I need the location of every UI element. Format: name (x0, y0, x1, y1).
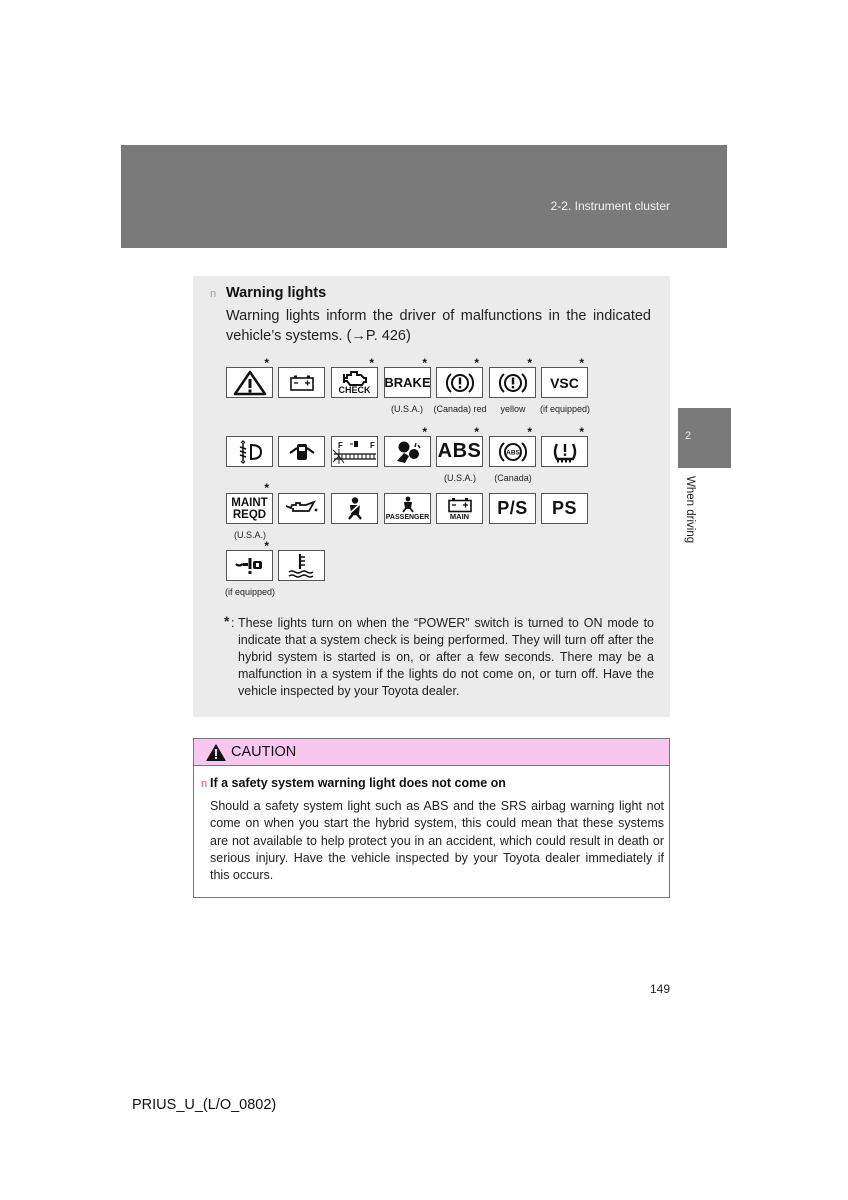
low-fuel-icon: FF (331, 436, 378, 467)
caution-title-bar: CAUTION (194, 739, 669, 766)
section-heading: Warning lights (226, 285, 327, 301)
oil-pressure-icon (278, 493, 325, 524)
asterisk-mark: * (579, 356, 584, 370)
abs-circle-icon: * ABS (489, 425, 536, 467)
tire-pressure-icon: * (541, 425, 588, 467)
maint-reqd-label: MAINT REQD (231, 496, 268, 521)
caution-heading: If a safety system warning light does no… (210, 776, 506, 790)
vsc-icon: * VSC (541, 356, 588, 398)
icon-caption: (U.S.A.) (443, 473, 476, 483)
icon-caption: (if equipped) (224, 587, 276, 597)
caution-body: Should a safety system light such as ABS… (210, 799, 664, 883)
maint-reqd-icon: * MAINT REQD (226, 482, 273, 524)
icon-caption: (if equipped) (539, 404, 591, 414)
footnote-colon: : (231, 616, 235, 630)
document-code: PRIUS_U_(L/O_0802) (132, 1097, 277, 1113)
asterisk-mark: * (527, 425, 532, 439)
brake-circle-yellow-icon: * (489, 356, 536, 398)
caution-box: CAUTION n If a safety system warning lig… (193, 738, 670, 898)
warning-triangle-icon (206, 744, 226, 761)
chapter-label: When driving (684, 476, 696, 544)
cruise-control-icon: * (226, 539, 273, 581)
bullet-marker: n (210, 288, 217, 300)
asterisk-mark: * (579, 425, 584, 439)
icon-caption: yellow (500, 404, 526, 414)
asterisk-mark: * (422, 425, 427, 439)
abs-label: ABS (437, 440, 482, 462)
asterisk-mark: * (474, 425, 479, 439)
page-number: 149 (650, 982, 671, 996)
open-door-icon (278, 436, 325, 467)
asterisk-mark: * (369, 356, 374, 370)
svg-text:F: F (338, 441, 343, 450)
master-warning-icon: * (226, 356, 273, 398)
footnote-mark: * (224, 613, 230, 629)
asterisk-mark: * (527, 356, 532, 370)
ps-slash-label: P/S (497, 498, 528, 518)
chapter-number: 2 (685, 430, 692, 442)
icon-caption: (U.S.A.) (390, 404, 423, 414)
footnote-text: These lights turn on when the “POWER” sw… (238, 616, 654, 698)
asterisk-mark: * (264, 481, 269, 495)
ps-slash-icon: P/S (489, 493, 536, 524)
brake-label: BRAKE (384, 375, 431, 390)
brake-text-icon: * BRAKE (384, 356, 431, 398)
abs-text-icon: * ABS (436, 425, 483, 467)
icon-caption: (Canada) (494, 473, 532, 483)
icon-caption: (U.S.A.) (233, 530, 266, 540)
icon-caption: (Canada) red (433, 404, 487, 414)
auto-leveling-headlight-icon (226, 436, 273, 467)
asterisk-mark: * (474, 356, 479, 370)
asterisk-footnote: * : These lights turn on when the “POWER… (224, 613, 654, 700)
main-battery-icon: MAIN (436, 493, 483, 524)
intro-paragraph: Warning lights inform the driver of malf… (226, 308, 651, 344)
section-title: 2-2. Instrument cluster (550, 199, 670, 213)
chapter-header-band: 2-2. Instrument cluster (121, 145, 727, 248)
brake-circle-icon: * (436, 356, 483, 398)
passenger-seat-belt-icon: PASSENGER (384, 493, 431, 524)
caution-title: CAUTION (231, 744, 297, 760)
ps-icon: PS (541, 493, 588, 524)
check-label: CHECK (338, 385, 371, 395)
chapter-tab: 2 (678, 408, 731, 468)
svg-text:ABS: ABS (506, 449, 520, 456)
passenger-label: PASSENGER (385, 513, 430, 521)
main-label: MAIN (449, 511, 470, 521)
seat-belt-icon (331, 493, 378, 524)
svg-text:F: F (370, 441, 375, 450)
charging-system-icon (278, 367, 325, 398)
asterisk-mark: * (422, 356, 427, 370)
bullet-marker: n (201, 778, 208, 790)
asterisk-mark: * (264, 356, 269, 370)
ps-label: PS (551, 498, 577, 518)
srs-airbag-icon: * (384, 425, 431, 467)
asterisk-mark: * (264, 539, 269, 553)
vsc-label: VSC (550, 374, 579, 391)
high-coolant-temp-icon (278, 550, 325, 581)
check-engine-icon: * CHECK (331, 356, 378, 398)
